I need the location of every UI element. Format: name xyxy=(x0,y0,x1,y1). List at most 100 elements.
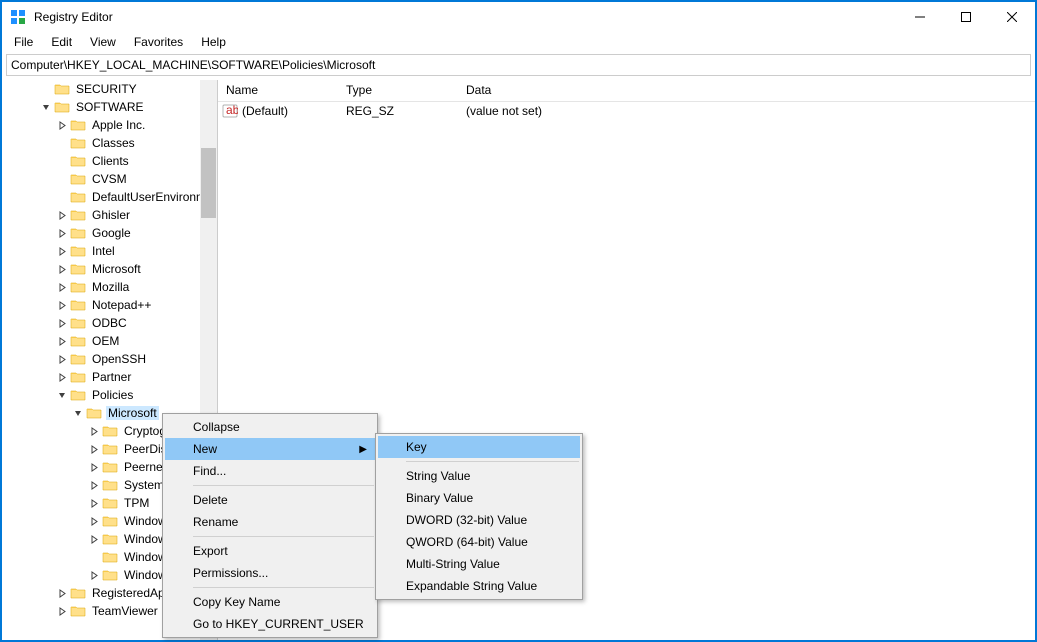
tree-node[interactable]: ODBC xyxy=(2,314,200,332)
cm-collapse[interactable]: Collapse xyxy=(165,416,375,438)
chevron-right-icon[interactable] xyxy=(56,299,68,311)
tree-node[interactable]: Partner xyxy=(2,368,200,386)
tree-label[interactable]: SOFTWARE xyxy=(74,100,146,114)
menu-help[interactable]: Help xyxy=(193,33,234,51)
cm-new-dword[interactable]: DWORD (32-bit) Value xyxy=(378,509,580,531)
tree-node[interactable]: CVSM xyxy=(2,170,200,188)
cm-permissions[interactable]: Permissions... xyxy=(165,562,375,584)
tree-label[interactable]: TPM xyxy=(122,496,151,510)
values-header: Name Type Data xyxy=(218,80,1035,102)
folder-icon xyxy=(54,82,70,96)
chevron-right-icon[interactable] xyxy=(88,515,100,527)
tree-label[interactable]: Partner xyxy=(90,370,133,384)
chevron-down-icon[interactable] xyxy=(56,389,68,401)
folder-icon xyxy=(70,262,86,276)
cm-new-expandstring[interactable]: Expandable String Value xyxy=(378,575,580,597)
tree-node[interactable]: Mozilla xyxy=(2,278,200,296)
cm-new-multistring[interactable]: Multi-String Value xyxy=(378,553,580,575)
tree-label[interactable]: OpenSSH xyxy=(90,352,148,366)
close-button[interactable] xyxy=(989,2,1035,32)
tree-node[interactable]: Policies xyxy=(2,386,200,404)
chevron-right-icon[interactable] xyxy=(88,479,100,491)
chevron-right-icon[interactable] xyxy=(56,281,68,293)
cm-rename[interactable]: Rename xyxy=(165,511,375,533)
tree-label[interactable]: OEM xyxy=(90,334,121,348)
tree-node[interactable]: Google xyxy=(2,224,200,242)
folder-icon xyxy=(70,388,86,402)
chevron-down-icon[interactable] xyxy=(72,407,84,419)
maximize-button[interactable] xyxy=(943,2,989,32)
scrollbar-thumb[interactable] xyxy=(201,148,216,218)
folder-icon xyxy=(70,118,86,132)
chevron-right-icon[interactable] xyxy=(88,443,100,455)
tree-label[interactable]: Clients xyxy=(90,154,131,168)
tree-node[interactable]: Intel xyxy=(2,242,200,260)
chevron-right-icon[interactable] xyxy=(56,353,68,365)
minimize-button[interactable] xyxy=(897,2,943,32)
chevron-right-icon[interactable] xyxy=(56,245,68,257)
chevron-right-icon[interactable] xyxy=(56,605,68,617)
cm-copy-key-name[interactable]: Copy Key Name xyxy=(165,591,375,613)
tree-label[interactable]: Intel xyxy=(90,244,117,258)
registry-editor-window: Registry Editor File Edit View Favorites… xyxy=(0,0,1037,642)
tree-node[interactable]: Clients xyxy=(2,152,200,170)
cm-goto-hkcu[interactable]: Go to HKEY_CURRENT_USER xyxy=(165,613,375,635)
tree-node[interactable]: Microsoft xyxy=(2,260,200,278)
tree-label[interactable]: SECURITY xyxy=(74,82,139,96)
tree-node[interactable]: DefaultUserEnvironment xyxy=(2,188,200,206)
menu-file[interactable]: File xyxy=(6,33,41,51)
chevron-right-icon[interactable] xyxy=(88,533,100,545)
chevron-right-icon[interactable] xyxy=(56,119,68,131)
cm-new-key[interactable]: Key xyxy=(378,436,580,458)
cm-new[interactable]: New ▶ xyxy=(165,438,375,460)
cm-export[interactable]: Export xyxy=(165,540,375,562)
tree-node[interactable]: OpenSSH xyxy=(2,350,200,368)
tree-node[interactable]: Notepad++ xyxy=(2,296,200,314)
tree-label[interactable]: Microsoft xyxy=(90,262,143,276)
tree-label[interactable]: Policies xyxy=(90,388,135,402)
chevron-right-icon[interactable] xyxy=(88,569,100,581)
chevron-right-icon[interactable] xyxy=(56,371,68,383)
tree-node[interactable]: Ghisler xyxy=(2,206,200,224)
cm-new-string[interactable]: String Value xyxy=(378,465,580,487)
header-data[interactable]: Data xyxy=(458,80,1035,101)
address-bar[interactable]: Computer\HKEY_LOCAL_MACHINE\SOFTWARE\Pol… xyxy=(6,54,1031,76)
tree-label[interactable]: CVSM xyxy=(90,172,129,186)
folder-icon xyxy=(70,316,86,330)
tree-label[interactable]: Ghisler xyxy=(90,208,132,222)
tree-label[interactable]: ODBC xyxy=(90,316,129,330)
chevron-right-icon[interactable] xyxy=(88,461,100,473)
tree-label[interactable]: Microsoft xyxy=(106,406,159,420)
chevron-right-icon[interactable] xyxy=(88,425,100,437)
tree-node[interactable]: OEM xyxy=(2,332,200,350)
tree-label[interactable]: TeamViewer xyxy=(90,604,160,618)
chevron-right-icon[interactable] xyxy=(56,335,68,347)
menu-edit[interactable]: Edit xyxy=(43,33,80,51)
cm-new-qword[interactable]: QWORD (64-bit) Value xyxy=(378,531,580,553)
tree-node[interactable]: Apple Inc. xyxy=(2,116,200,134)
tree-node[interactable]: Classes xyxy=(2,134,200,152)
menu-favorites[interactable]: Favorites xyxy=(126,33,191,51)
chevron-right-icon[interactable] xyxy=(88,497,100,509)
cm-delete[interactable]: Delete xyxy=(165,489,375,511)
menu-view[interactable]: View xyxy=(82,33,124,51)
tree-node[interactable]: SECURITY xyxy=(2,80,200,98)
tree-label[interactable]: DefaultUserEnvironment xyxy=(90,190,200,204)
list-row[interactable]: ab(Default)REG_SZ(value not set) xyxy=(218,102,1035,120)
tree-node[interactable]: SOFTWARE xyxy=(2,98,200,116)
chevron-right-icon[interactable] xyxy=(56,263,68,275)
tree-label[interactable]: Google xyxy=(90,226,133,240)
chevron-right-icon[interactable] xyxy=(56,227,68,239)
header-name[interactable]: Name xyxy=(218,80,338,101)
header-type[interactable]: Type xyxy=(338,80,458,101)
tree-label[interactable]: Classes xyxy=(90,136,137,150)
chevron-right-icon[interactable] xyxy=(56,587,68,599)
tree-label[interactable]: Apple Inc. xyxy=(90,118,147,132)
chevron-down-icon[interactable] xyxy=(40,101,52,113)
tree-label[interactable]: Mozilla xyxy=(90,280,131,294)
cm-find[interactable]: Find... xyxy=(165,460,375,482)
chevron-right-icon[interactable] xyxy=(56,209,68,221)
chevron-right-icon[interactable] xyxy=(56,317,68,329)
tree-label[interactable]: Notepad++ xyxy=(90,298,153,312)
cm-new-binary[interactable]: Binary Value xyxy=(378,487,580,509)
